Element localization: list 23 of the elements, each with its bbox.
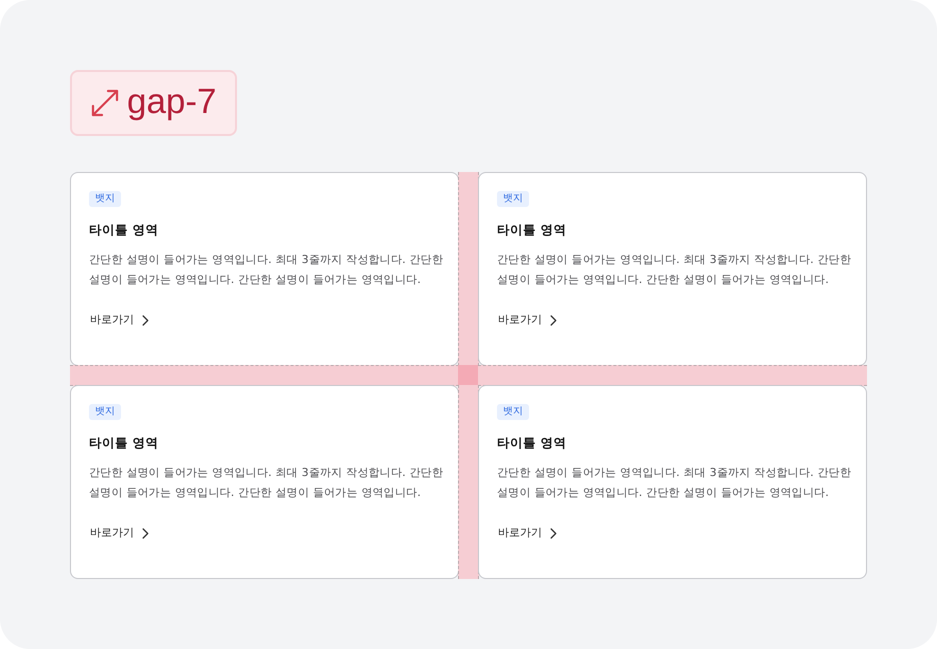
badge: 뱃지	[497, 404, 529, 420]
chevron-right-icon	[142, 528, 149, 538]
chevron-right-icon	[142, 314, 149, 326]
gap-intersection	[458, 365, 479, 386]
card-title: 타이틀 영역	[497, 221, 566, 239]
card-description: 간단한 설명이 들어가는 영역입니다. 최대 3줄까지 작성합니다. 간단한 설명이 들어가는 영역입니다. 간단한 설명이 들어가는 영역입니다.	[497, 252, 852, 288]
shortcut-link[interactable]: 바로가기	[498, 311, 557, 329]
shortcut-link[interactable]: 바로가기	[90, 311, 149, 329]
badge: 뱃지	[89, 404, 121, 420]
chevron-right-icon	[550, 314, 557, 326]
card-description: 간단한 설명이 들어가는 영역입니다. 최대 3줄까지 작성합니다. 간단한 설명이 들어가는 영역입니다. 간단한 설명이 들어가는 영역입니다.	[497, 465, 852, 501]
shortcut-link[interactable]: 바로가기	[90, 524, 149, 542]
gap-label-text: gap-7	[127, 84, 217, 122]
resize-arrows-icon	[91, 89, 119, 117]
chevron-right-icon	[550, 528, 557, 538]
card-title: 타이틀 영역	[89, 434, 158, 452]
badge: 뱃지	[497, 191, 529, 207]
card-title: 타이틀 영역	[89, 221, 158, 239]
badge: 뱃지	[89, 191, 121, 207]
shortcut-link[interactable]: 바로가기	[498, 524, 557, 542]
card-description: 간단한 설명이 들어가는 영역입니다. 최대 3줄까지 작성합니다. 간단한 설명이 들어가는 영역입니다. 간단한 설명이 들어가는 영역입니다.	[89, 465, 444, 501]
card-title: 타이틀 영역	[497, 434, 566, 452]
card-description: 간단한 설명이 들어가는 영역입니다. 최대 3줄까지 작성합니다. 간단한 설명이 들어가는 영역입니다. 간단한 설명이 들어가는 영역입니다.	[89, 252, 444, 288]
